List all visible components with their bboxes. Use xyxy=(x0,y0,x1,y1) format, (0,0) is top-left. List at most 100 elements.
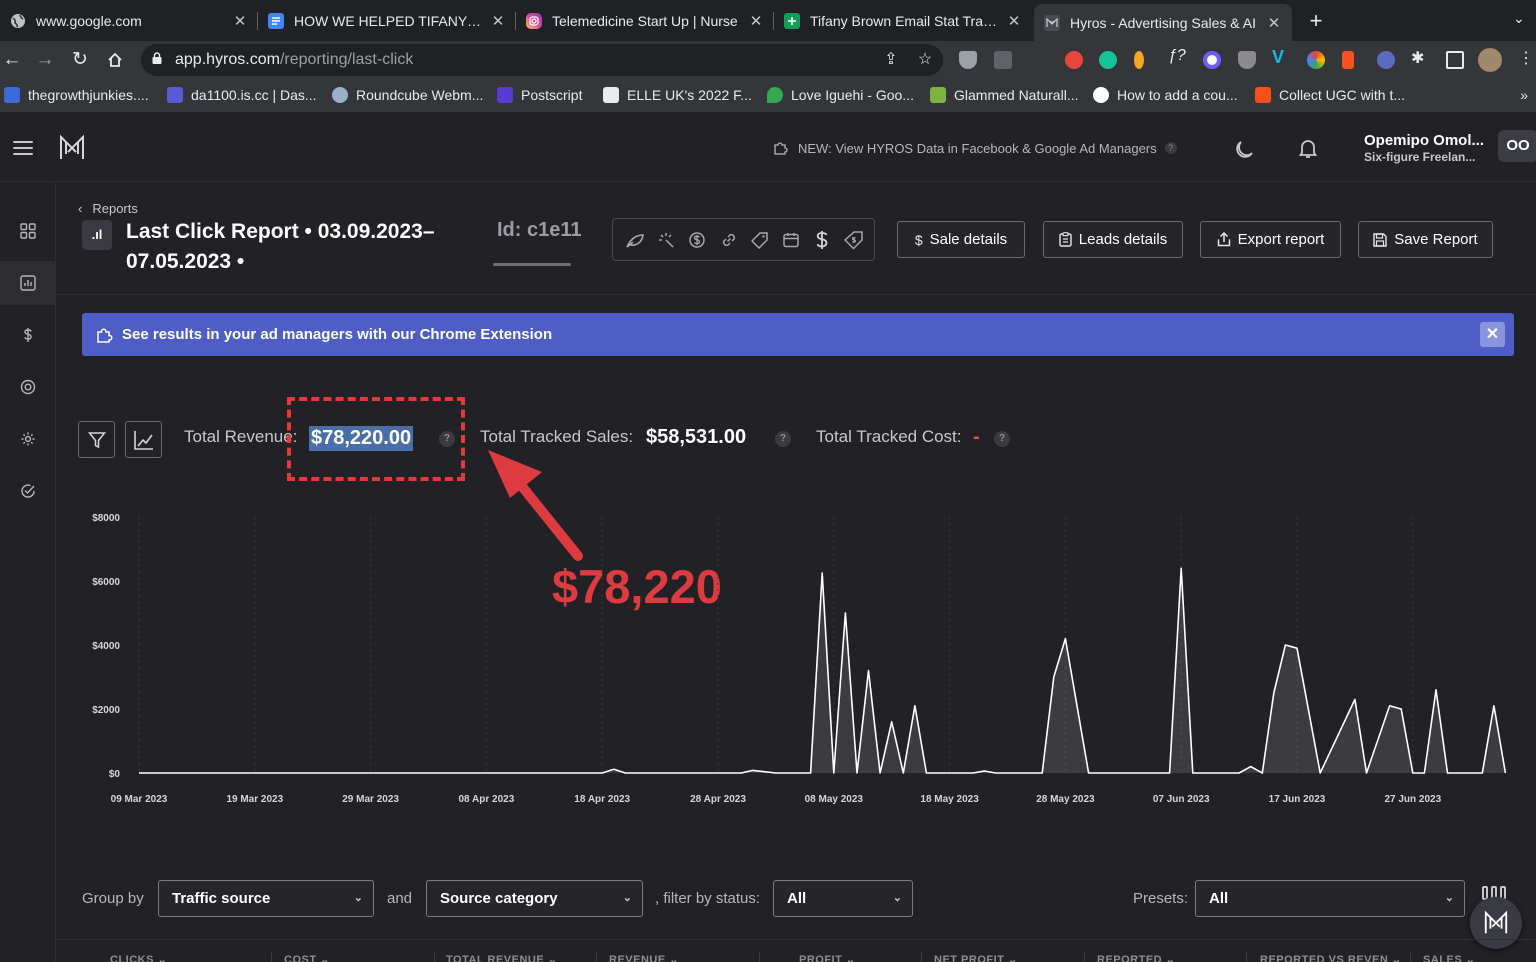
close-icon[interactable]: ✕ xyxy=(748,12,764,30)
forward-arrow-icon[interactable]: → xyxy=(33,48,57,72)
sparkle-click-icon[interactable] xyxy=(650,231,681,249)
chrome-extension-banner[interactable]: See results in your ad managers with our… xyxy=(82,313,1514,356)
save-report-button[interactable]: Save Report xyxy=(1358,221,1493,258)
y-tick-label: $0 xyxy=(109,769,121,780)
loom-extension-icon[interactable] xyxy=(1203,51,1221,69)
ublock-extension-icon[interactable] xyxy=(1238,51,1256,69)
sidepanel-icon[interactable] xyxy=(1446,51,1464,69)
address-bar[interactable]: app.hyros.com/reporting/last-click ⇪ ☆ xyxy=(141,44,943,76)
bookmark-item[interactable]: Glammed Naturall... xyxy=(930,87,1078,103)
tag-icon[interactable] xyxy=(744,231,775,249)
leads-details-button[interactable]: Leads details xyxy=(1043,221,1183,258)
column-separator xyxy=(434,952,435,962)
gear-extension-icon[interactable] xyxy=(1377,51,1395,69)
close-icon[interactable]: ✕ xyxy=(490,12,506,30)
hyros-logo xyxy=(1484,910,1508,934)
pokeball-extension-icon[interactable] xyxy=(1065,51,1083,69)
table-column-header[interactable]: REPORTED ⌄ xyxy=(1097,953,1175,962)
bookmark-item[interactable]: Collect UGC with t... xyxy=(1255,87,1405,103)
color-extension-icon[interactable] xyxy=(1307,51,1325,69)
bookmark-item[interactable]: Postscript xyxy=(497,87,582,103)
promo-link[interactable]: NEW: View HYROS Data in Facebook & Googl… xyxy=(772,140,1177,156)
presets-select[interactable]: All ⌄ xyxy=(1195,880,1465,917)
help-icon[interactable]: ? xyxy=(1164,142,1177,154)
shield-extension-icon[interactable] xyxy=(959,51,977,69)
tab-search-chevron-icon[interactable]: ⌄ xyxy=(1513,10,1525,27)
sidebar-item-dashboard[interactable] xyxy=(0,209,55,253)
dollar-icon[interactable] xyxy=(807,230,838,250)
filter-button[interactable] xyxy=(78,421,115,458)
browser-tab[interactable]: Telemedicine Start Up | Nurse ✕ xyxy=(516,4,774,38)
avatar[interactable]: OO xyxy=(1498,130,1536,162)
chart-toggle-button[interactable] xyxy=(125,421,162,458)
bookmark-item[interactable]: da1100.is.cc | Das... xyxy=(167,87,317,103)
table-column-header[interactable]: PROFIT ⌄ xyxy=(799,953,856,962)
calendar-icon[interactable] xyxy=(775,231,806,249)
bookmark-item[interactable]: How to add a cou... xyxy=(1093,87,1238,103)
hamburger-menu-icon[interactable] xyxy=(13,141,33,155)
table-column-header[interactable]: NET PROFIT ⌄ xyxy=(934,953,1018,962)
table-column-header[interactable]: CLICKS ⌄ xyxy=(110,953,167,962)
bookmark-item[interactable]: Roundcube Webm... xyxy=(332,87,483,103)
browser-tab-active[interactable]: Hyros - Advertising Sales & AI ✕ xyxy=(1034,4,1292,41)
close-banner-button[interactable]: ✕ xyxy=(1480,322,1505,347)
breadcrumb[interactable]: ‹ Reports xyxy=(78,201,138,216)
close-icon[interactable]: ✕ xyxy=(1266,14,1282,32)
group-by-label: Group by xyxy=(82,890,144,907)
table-column-header[interactable]: COST ⌄ xyxy=(284,953,330,962)
bookmark-item[interactable]: Love Iguehi - Goo... xyxy=(767,87,914,103)
formula-extension-icon[interactable]: ƒ? xyxy=(1168,47,1186,65)
browser-tab[interactable]: HOW WE HELPED TIFANY BRO ✕ xyxy=(258,4,516,38)
help-icon[interactable]: ? xyxy=(994,431,1010,447)
status-select[interactable]: All ⌄ xyxy=(773,880,913,917)
table-column-header[interactable]: TOTAL REVENUE ⌄ xyxy=(446,953,557,962)
bookmark-star-icon[interactable]: ☆ xyxy=(916,51,934,69)
id-scrollbar[interactable] xyxy=(493,263,571,266)
table-column-header[interactable]: REPORTED VS REVEN ⌄ xyxy=(1260,953,1402,962)
user-menu[interactable]: Opemipo Omol... Six-figure Freelan... xyxy=(1364,132,1484,164)
grammarly-extension-icon[interactable] xyxy=(1099,51,1117,69)
sidebar-item-settings[interactable] xyxy=(0,417,55,461)
puzzle-icon[interactable]: ✱ xyxy=(1411,48,1429,67)
reload-icon[interactable]: ↻ xyxy=(68,48,92,72)
bookmarks-overflow-icon[interactable]: » xyxy=(1520,87,1528,103)
group-by-second-select[interactable]: Source category ⌄ xyxy=(426,880,643,917)
sidebar-item-tracking[interactable] xyxy=(0,365,55,409)
vimeo-extension-icon[interactable]: V xyxy=(1272,47,1290,67)
share-icon[interactable]: ⇪ xyxy=(882,51,900,69)
bookmark-item[interactable]: thegrowthjunkies.... xyxy=(4,87,149,103)
group-by-select[interactable]: Traffic source ⌄ xyxy=(158,880,374,917)
bookmark-item[interactable]: ELLE UK's 2022 F... xyxy=(603,87,752,103)
moon-icon[interactable] xyxy=(1233,136,1257,160)
report-header: ‹ Reports .ıl Last Click Report • 03.09.2… xyxy=(56,183,1536,295)
new-tab-button[interactable]: + xyxy=(1303,8,1329,34)
bing-extension-icon[interactable] xyxy=(1342,51,1354,69)
profile-avatar[interactable] xyxy=(1478,48,1502,72)
close-icon[interactable]: ✕ xyxy=(1006,12,1022,30)
home-icon[interactable] xyxy=(103,48,127,72)
export-report-button[interactable]: Export report xyxy=(1200,221,1341,258)
bell-icon[interactable] xyxy=(1296,136,1320,160)
more-extension-icon[interactable] xyxy=(994,51,1012,69)
back-arrow-icon[interactable]: ← xyxy=(0,48,24,72)
help-icon[interactable]: ? xyxy=(775,431,791,447)
report-id[interactable]: Id: c1e11 xyxy=(497,219,589,242)
browser-tab[interactable]: Tifany Brown Email Stat Trackir ✕ xyxy=(774,4,1032,38)
sidebar-item-sales[interactable] xyxy=(0,313,55,357)
bookmark-favicon-icon xyxy=(4,87,20,103)
filter-funnel-icon xyxy=(87,431,106,448)
table-column-header[interactable]: SALES ⌄ xyxy=(1423,953,1475,962)
browser-tab[interactable]: www.google.com ✕ xyxy=(0,4,258,38)
link-icon[interactable] xyxy=(713,231,744,249)
flame-extension-icon[interactable] xyxy=(1134,51,1144,69)
table-column-header[interactable]: REVENUE ⌄ xyxy=(609,953,679,962)
sidebar-item-reports[interactable] xyxy=(0,261,55,305)
revenue-chart: $0 $2000 $4000 $6000 $8000 09 Mar 2023 19 Mar … xyxy=(92,513,1507,805)
tag-dollar-icon[interactable] xyxy=(838,230,869,250)
leaf-icon[interactable] xyxy=(619,231,650,249)
kebab-menu-icon[interactable]: ⋮ xyxy=(1518,48,1536,67)
hyros-logo[interactable] xyxy=(58,134,86,162)
sale-details-button[interactable]: $ Sale details xyxy=(897,221,1025,258)
coin-cycle-icon[interactable] xyxy=(682,231,713,249)
close-icon[interactable]: ✕ xyxy=(232,12,248,30)
